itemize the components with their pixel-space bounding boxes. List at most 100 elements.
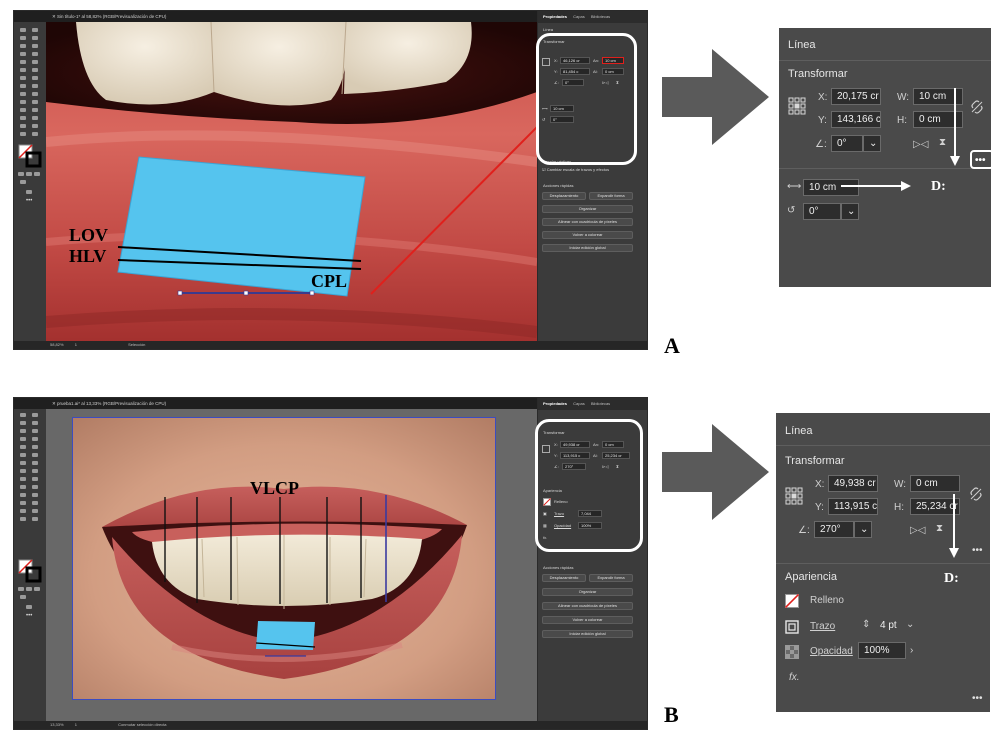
gradient-mode-icon[interactable] <box>26 172 32 176</box>
fill-stroke-swatch-icon[interactable] <box>18 144 42 168</box>
pen-tool-icon[interactable] <box>20 429 26 433</box>
tab-libraries[interactable]: Bibliotecas <box>591 401 610 406</box>
opacity-field[interactable]: 100% <box>858 642 906 659</box>
tab-properties[interactable]: Propiedades <box>543 14 567 19</box>
fx-icon[interactable]: fx. <box>789 672 800 683</box>
rotate-tool-icon[interactable] <box>20 461 26 465</box>
magic-wand-tool-icon[interactable] <box>20 421 26 425</box>
lasso-tool-icon[interactable] <box>32 421 38 425</box>
align-pixel-grid-button[interactable]: Alinear con cuadrícula de píxeles <box>542 602 633 610</box>
arrange-button[interactable]: Organizar <box>542 588 633 596</box>
hand-tool-icon[interactable] <box>20 517 26 521</box>
stroke-field[interactable]: 4 pt <box>874 617 904 634</box>
paintbrush-tool-icon[interactable] <box>32 60 38 64</box>
none-mode-icon[interactable] <box>34 587 40 591</box>
w-field[interactable]: 0 cm <box>910 475 960 492</box>
more-options-icon[interactable]: ••• <box>972 545 983 556</box>
page-number[interactable]: 1 <box>75 342 77 347</box>
curvature-tool-icon[interactable] <box>32 429 38 433</box>
slice-tool-icon[interactable] <box>32 124 38 128</box>
stroke-label[interactable]: Trazo <box>810 621 835 632</box>
hand-tool-icon[interactable] <box>20 132 26 136</box>
stroke-stepper-icon[interactable]: ⇕ <box>862 619 870 630</box>
symbol-sprayer-tool-icon[interactable] <box>20 116 26 120</box>
perspective-grid-tool-icon[interactable] <box>32 92 38 96</box>
angle-field[interactable]: 270° <box>814 521 854 538</box>
global-edit-button[interactable]: Iniciar edición global <box>542 630 633 638</box>
column-graph-tool-icon[interactable] <box>32 116 38 120</box>
direct-selection-tool-icon[interactable] <box>32 28 38 32</box>
scale-tool-icon[interactable] <box>32 76 38 80</box>
free-transform-tool-icon[interactable] <box>32 84 38 88</box>
symbol-sprayer-tool-icon[interactable] <box>20 501 26 505</box>
recolor-button[interactable]: Volver a colorear <box>542 616 633 624</box>
more-tools-icon[interactable]: ••• <box>26 613 32 619</box>
reference-point-icon[interactable] <box>785 487 803 505</box>
magic-wand-tool-icon[interactable] <box>20 36 26 40</box>
slice-tool-icon[interactable] <box>32 509 38 513</box>
selection-tool-icon[interactable] <box>20 28 26 32</box>
photo-canvas-a[interactable] <box>46 22 537 343</box>
rectangle-tool-icon[interactable] <box>20 60 26 64</box>
eyedropper-tool-icon[interactable] <box>20 493 26 497</box>
perspective-grid-tool-icon[interactable] <box>32 477 38 481</box>
tab-libraries[interactable]: Bibliotecas <box>591 14 610 19</box>
expand-shape-button[interactable]: Expandir forma <box>589 192 633 200</box>
zoom-level[interactable]: 13,33% <box>50 722 64 727</box>
shape-builder-tool-icon[interactable] <box>20 477 26 481</box>
reference-point-icon[interactable] <box>788 97 806 115</box>
none-mode-icon[interactable] <box>34 172 40 176</box>
width-tool-icon[interactable] <box>20 84 26 88</box>
direct-selection-tool-icon[interactable] <box>32 413 38 417</box>
more-options-icon-bottom[interactable]: ••• <box>972 693 983 704</box>
draw-mode-icon[interactable] <box>20 180 26 184</box>
draw-mode-icon[interactable] <box>20 595 26 599</box>
constrain-proportions-icon[interactable] <box>970 100 984 114</box>
mesh-tool-icon[interactable] <box>20 100 26 104</box>
artboard-tool-icon[interactable] <box>20 124 26 128</box>
color-mode-icon[interactable] <box>18 587 24 591</box>
arrange-button[interactable]: Organizar <box>542 205 633 213</box>
opacity-label[interactable]: Opacidad <box>810 646 853 657</box>
x-field[interactable]: 49,938 cr <box>828 475 878 492</box>
paintbrush-tool-icon[interactable] <box>32 445 38 449</box>
stroke-dropdown-icon[interactable]: ⌄ <box>906 619 914 630</box>
eraser-tool-icon[interactable] <box>32 68 38 72</box>
mesh-tool-icon[interactable] <box>20 485 26 489</box>
free-transform-tool-icon[interactable] <box>32 469 38 473</box>
opacity-arrow-icon[interactable]: › <box>910 645 913 656</box>
align-pixel-grid-button[interactable]: Alinear con cuadrícula de píxeles <box>542 218 633 226</box>
eyedropper-tool-icon[interactable] <box>20 108 26 112</box>
shaper-tool-icon[interactable] <box>20 453 26 457</box>
tab-layers[interactable]: Capas <box>573 14 585 19</box>
blend-tool-icon[interactable] <box>32 493 38 497</box>
blend-tool-icon[interactable] <box>32 108 38 112</box>
width-tool-icon[interactable] <box>20 469 26 473</box>
line-tool-icon[interactable] <box>32 52 38 56</box>
flip-horizontal-icon[interactable]: ▷◁ <box>910 525 925 536</box>
angle-dropdown[interactable]: ⌄ <box>854 521 872 538</box>
screen-mode-icon[interactable] <box>26 605 32 609</box>
rotation-dropdown[interactable]: ⌄ <box>841 203 859 220</box>
more-tools-icon[interactable]: ••• <box>26 198 32 204</box>
global-edit-button[interactable]: Iniciar edición global <box>542 244 633 252</box>
gradient-tool-icon[interactable] <box>32 485 38 489</box>
expand-shape-button[interactable]: Expandir forma <box>589 574 633 582</box>
shape-builder-tool-icon[interactable] <box>20 92 26 96</box>
recolor-button[interactable]: Volver a colorear <box>542 231 633 239</box>
screen-mode-icon[interactable] <box>26 190 32 194</box>
zoom-tool-icon[interactable] <box>32 132 38 136</box>
selection-tool-icon[interactable] <box>20 413 26 417</box>
curvature-tool-icon[interactable] <box>32 44 38 48</box>
line-tool-icon[interactable] <box>32 437 38 441</box>
scale-strokes-checkbox[interactable]: ☑ Cambiar escala de trazos y efectos <box>542 167 609 172</box>
tab-properties[interactable]: Propiedades <box>543 401 567 406</box>
fill-stroke-swatch-icon[interactable] <box>18 559 42 583</box>
color-mode-icon[interactable] <box>18 172 24 176</box>
eraser-tool-icon[interactable] <box>32 453 38 457</box>
scale-tool-icon[interactable] <box>32 461 38 465</box>
stroke-icon[interactable] <box>785 620 799 634</box>
zoom-tool-icon[interactable] <box>32 517 38 521</box>
artboard-tool-icon[interactable] <box>20 509 26 513</box>
constrain-proportions-icon[interactable] <box>969 487 983 501</box>
